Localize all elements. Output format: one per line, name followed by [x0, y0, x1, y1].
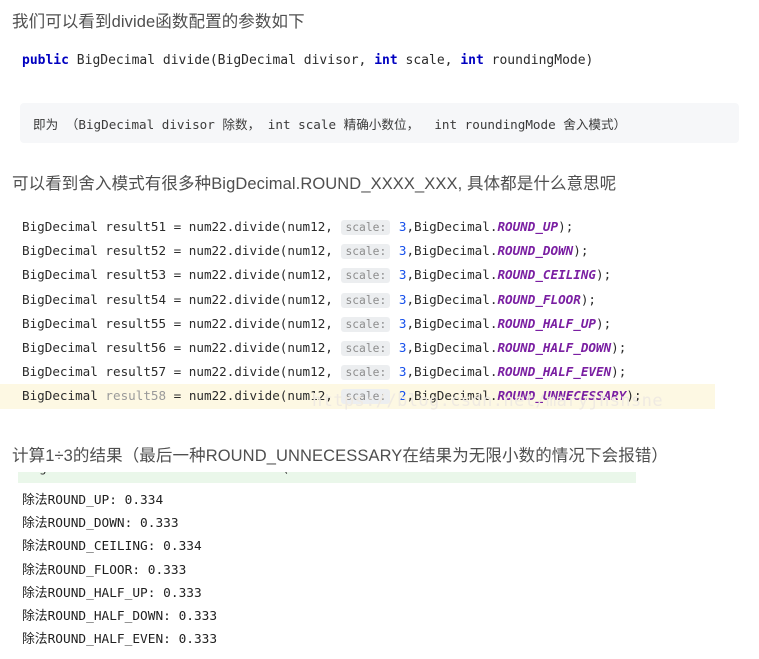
- code-scale-value: 3: [391, 243, 407, 259]
- console-output-line: 除法ROUND_UP: 0.334: [22, 493, 164, 508]
- param-hint-scale: scale:: [341, 244, 391, 260]
- code-prefix: BigDecimal result52 = num22.divide(num12…: [22, 243, 341, 259]
- code-rounding-constant: ROUND_UP: [497, 219, 559, 234]
- code-suffix: );: [558, 219, 574, 234]
- code-mid: ,BigDecimal.: [406, 315, 498, 331]
- code-rounding-constant: ROUND_CEILING: [497, 267, 597, 283]
- code-suffix: );: [626, 388, 642, 404]
- code-mid: ,BigDecimal.: [406, 219, 498, 234]
- signature-mid-2: scale,: [397, 53, 461, 68]
- code-prefix: BigDecimal result53 = num22.divide(num12…: [22, 267, 341, 283]
- code-scale-value: 2: [391, 388, 407, 404]
- signature-tail: roundingMode): [483, 53, 594, 68]
- param-hint-scale: scale:: [341, 220, 391, 235]
- code-scale-value: 3: [391, 291, 407, 307]
- code-scale-value: 3: [391, 315, 407, 331]
- page-heading-rounding-modes: 可以看到舍入模式有很多种BigDecimal.ROUND_XXXX_XXX, 具…: [12, 175, 617, 193]
- console-output-line: 除法ROUND_CEILING: 0.334: [22, 539, 202, 555]
- code-suffix: );: [596, 315, 612, 331]
- code-suffix: );: [611, 364, 627, 380]
- code-unused-variable: result58: [105, 388, 167, 404]
- signature-mid-1: BigDecimal divide(BigDecimal divisor,: [68, 53, 375, 68]
- code-suffix: );: [580, 291, 597, 307]
- console-clipped-text: BigDecimal result51 = num22.divide(num12: [24, 472, 327, 475]
- java-code-block: BigDecimal result51 = num22.divide(num12…: [0, 215, 759, 413]
- console-output-line: 除法ROUND_HALF_UP: 0.333: [22, 585, 202, 601]
- code-mid: ,BigDecimal.: [406, 339, 498, 355]
- code-scale-value: 3: [391, 267, 407, 283]
- keyword-int-2: int: [460, 53, 484, 68]
- console-output-line: 除法ROUND_HALF_DOWN: 0.333: [22, 609, 218, 624]
- param-hint-scale: scale:: [341, 316, 391, 332]
- article-page: 我们可以看到divide函数配置的参数如下 public BigDecimal …: [0, 0, 759, 659]
- note-block-text: 即为 （BigDecimal divisor 除数， int scale 精确小…: [33, 117, 627, 132]
- code-mid: ,BigDecimal.: [406, 291, 498, 307]
- code-line: BigDecimal result51 = num22.divide(num12…: [0, 215, 759, 239]
- code-line: BigDecimal result54 = num22.divide(num12…: [0, 288, 759, 312]
- code-prefix: BigDecimal result57 = num22.divide(num12…: [22, 364, 341, 380]
- console-output-line: 除法ROUND_FLOOR: 0.333: [22, 562, 187, 578]
- code-rounding-constant: ROUND_DOWN: [497, 243, 574, 259]
- console-clipped-highlight-line: BigDecimal result51 = num22.divide(num12: [18, 472, 636, 483]
- code-mid: ,BigDecimal.: [406, 388, 498, 404]
- code-scale-value: 3: [391, 219, 407, 234]
- code-suffix: );: [573, 243, 589, 259]
- code-mid: ,BigDecimal.: [406, 243, 498, 259]
- code-prefix: BigDecimal: [22, 388, 106, 404]
- code-rounding-constant: ROUND_FLOOR: [497, 291, 581, 307]
- code-line: BigDecimal result52 = num22.divide(num12…: [0, 239, 759, 263]
- code-prefix: BigDecimal result54 = num22.divide(num12…: [22, 291, 341, 307]
- console-output-line: 除法ROUND_HALF_EVEN: 0.333: [22, 632, 218, 648]
- code-rounding-constant: ROUND_HALF_DOWN: [497, 339, 612, 355]
- code-prefix: BigDecimal result55 = num22.divide(num12…: [22, 315, 341, 331]
- code-line: BigDecimal result56 = num22.divide(num12…: [0, 336, 759, 360]
- param-hint-scale: scale:: [341, 292, 391, 308]
- code-mid: ,BigDecimal.: [406, 364, 498, 380]
- param-hint-scale: scale:: [341, 389, 391, 405]
- code-line: BigDecimal result58 = num22.divide(num12…: [0, 384, 715, 409]
- code-rounding-constant: ROUND_UNNECESSARY: [497, 388, 627, 404]
- code-rounding-constant: ROUND_HALF_EVEN: [497, 364, 612, 380]
- code-scale-value: 3: [391, 339, 407, 355]
- code-prefix: BigDecimal result56 = num22.divide(num12…: [22, 339, 341, 355]
- param-hint-scale: scale:: [341, 268, 391, 284]
- code-rounding-constant: ROUND_HALF_UP: [497, 315, 597, 331]
- note-block: 即为 （BigDecimal divisor 除数， int scale 精确小…: [20, 103, 739, 143]
- console-output-line: 除法ROUND_DOWN: 0.333: [22, 516, 179, 532]
- code-suffix: );: [596, 267, 612, 283]
- keyword-int-1: int: [374, 53, 398, 68]
- method-signature-code: public BigDecimal divide(BigDecimal divi…: [22, 53, 593, 68]
- code-prefix-cont: = num22.divide(num12,: [166, 388, 341, 404]
- param-hint-scale: scale:: [341, 365, 391, 381]
- page-heading-results: 计算1÷3的结果（最后一种ROUND_UNNECESSARY在结果为无限小数的情…: [12, 447, 668, 465]
- code-scale-value: 3: [391, 364, 407, 380]
- page-heading-divide-params: 我们可以看到divide函数配置的参数如下: [12, 13, 305, 31]
- param-hint-scale: scale:: [341, 340, 391, 356]
- keyword-public: public: [22, 53, 69, 68]
- code-line: BigDecimal result53 = num22.divide(num12…: [0, 263, 759, 287]
- code-suffix: );: [611, 339, 627, 355]
- code-prefix: BigDecimal result51 = num22.divide(num12…: [22, 219, 341, 234]
- code-mid: ,BigDecimal.: [406, 267, 498, 283]
- code-line: BigDecimal result55 = num22.divide(num12…: [0, 312, 759, 336]
- code-line: BigDecimal result57 = num22.divide(num12…: [0, 360, 759, 384]
